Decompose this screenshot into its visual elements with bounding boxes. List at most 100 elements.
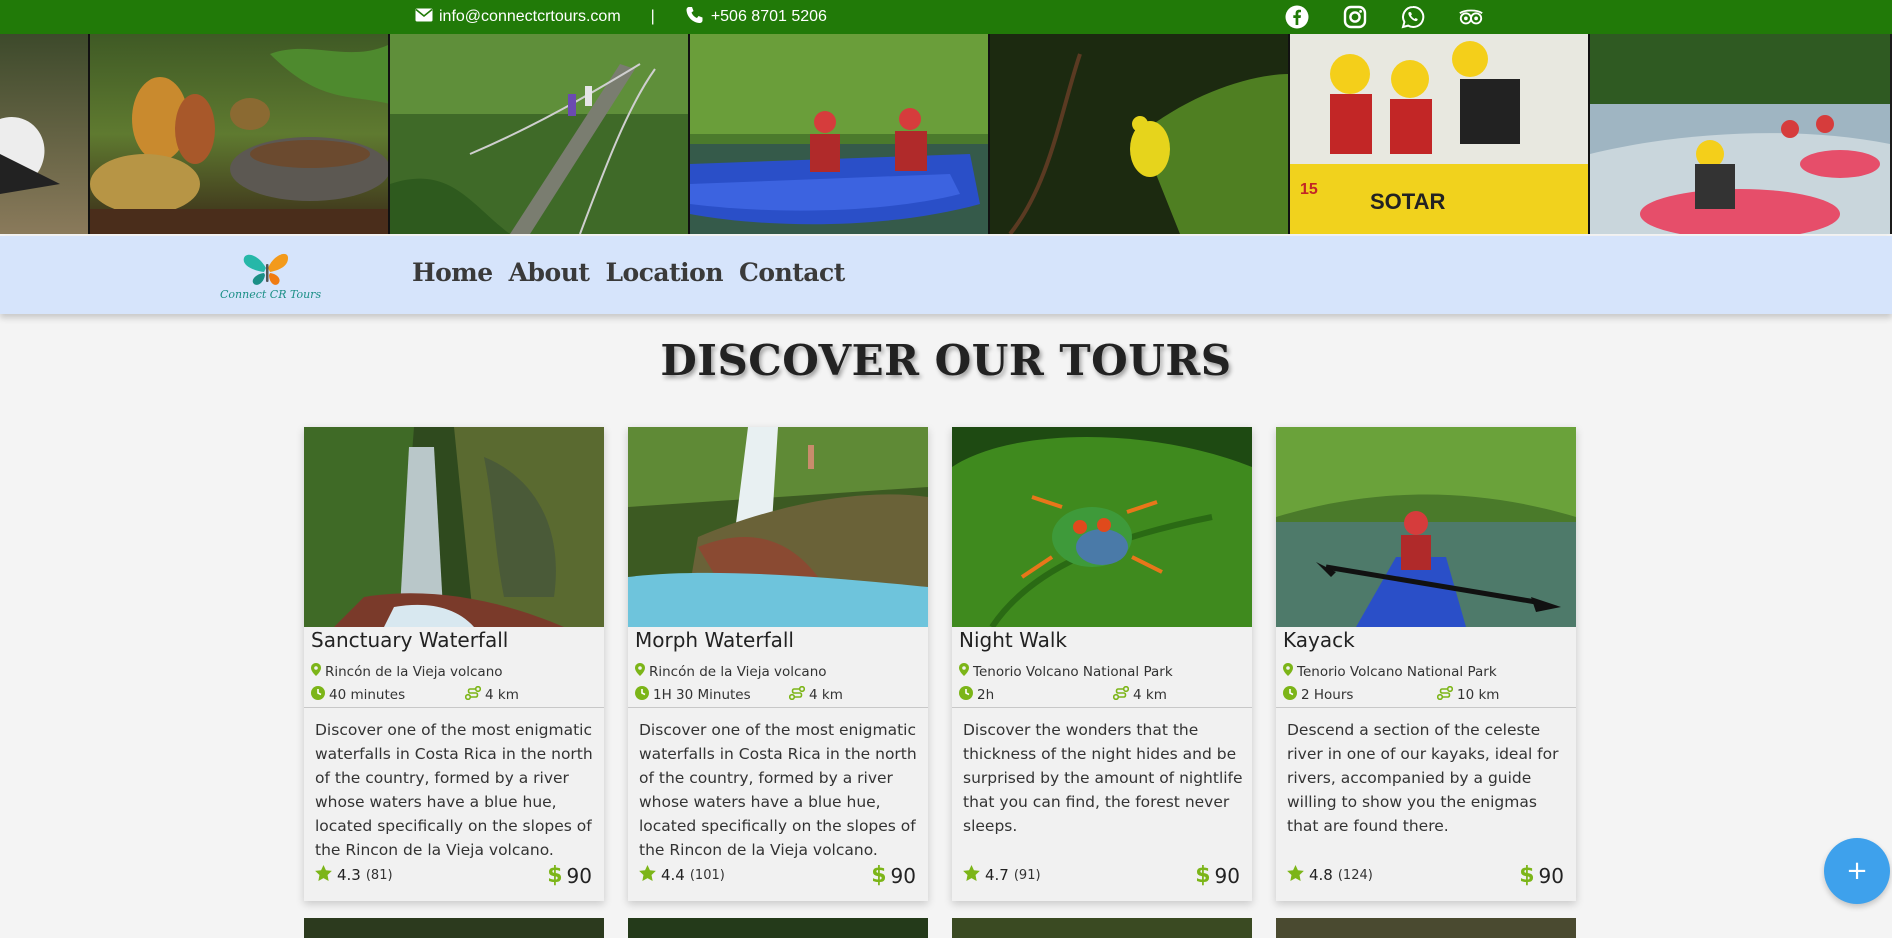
tour-description: Discover one of the most enigmatic water… [315,721,593,859]
nav-location[interactable]: Location [605,258,723,287]
gallery-photo-tubing [1590,34,1890,234]
gallery-photo-cacao [90,34,390,234]
nav-home[interactable]: Home [412,258,493,287]
tour-distance-text: 4 km [809,687,843,703]
tour-cards-next-row [304,918,1576,938]
nav-about[interactable]: About [509,258,590,287]
tour-price: $ 90 [547,863,592,888]
rating-value: 4.4 [661,866,685,884]
instagram-icon[interactable] [1342,4,1368,30]
dollar-icon: $ [1195,863,1211,888]
star-icon [963,865,980,885]
gallery-photo-rafting: SOTAR 15 [1290,34,1590,234]
tour-location-text: Tenorio Volcano National Park [1297,663,1497,680]
contact-info: info@connectcrtours.com | +506 8701 5206 [415,0,827,34]
tour-distance: 4 km [464,685,519,704]
tour-distance-text: 10 km [1457,687,1500,703]
card-divider [952,707,1252,708]
map-pin-icon [1283,663,1293,680]
clock-icon [635,686,649,704]
dollar-icon: $ [1519,863,1535,888]
tour-card[interactable]: Night Walk Tenorio Volcano National Park… [952,427,1252,901]
price-value: 90 [566,863,592,888]
rating-value: 4.3 [337,866,361,884]
tour-title: Morph Waterfall [635,628,794,652]
review-count: (124) [1337,867,1373,883]
tour-location: Tenorio Volcano National Park [959,663,1173,680]
site-logo[interactable]: Connect CR Tours [218,248,322,304]
top-contact-bar: info@connectcrtours.com | +506 8701 5206 [0,0,1892,34]
photo-gallery-strip: SOTAR 15 [0,34,1892,234]
route-icon [788,685,806,704]
rating-value: 4.8 [1309,866,1333,884]
tour-distance: 4 km [1112,685,1167,704]
star-icon [315,865,332,885]
tour-card-partial[interactable] [304,918,604,938]
tour-photo [304,427,604,627]
tour-duration: 1H 30 Minutes [635,686,751,704]
tour-title: Kayack [1283,628,1355,652]
route-icon [1112,685,1130,704]
price-value: 90 [1538,863,1564,888]
card-divider [1276,707,1576,708]
clock-icon [1283,686,1297,704]
tour-duration: 2h [959,686,994,704]
rating-value: 4.7 [985,866,1009,884]
tour-duration-text: 2h [977,687,995,703]
tour-duration: 40 minutes [311,686,405,704]
tour-distance-text: 4 km [1133,687,1167,703]
route-icon [1436,685,1454,704]
tour-location: Rincón de la Vieja volcano [635,663,827,680]
tour-card-partial[interactable] [952,918,1252,938]
review-count: (91) [1013,867,1041,883]
tour-price: $ 90 [1519,863,1564,888]
svg-text:15: 15 [1300,181,1318,198]
tour-photo [1276,427,1576,627]
facebook-icon[interactable] [1284,4,1310,30]
tour-location: Rincón de la Vieja volcano [311,663,503,680]
tour-rating: 4.3 (81) [315,865,393,885]
map-pin-icon [959,663,969,680]
tour-title: Night Walk [959,628,1067,652]
tour-card[interactable]: Morph Waterfall Rincón de la Vieja volca… [628,427,928,901]
tour-cards: Sanctuary Waterfall Rincón de la Vieja v… [304,427,1576,901]
tour-distance-text: 4 km [485,687,519,703]
butterfly-logo-icon [243,253,288,285]
main-navbar: Connect CR Tours Home About Location Con… [0,236,1892,314]
route-icon [464,685,482,704]
map-pin-icon [635,663,645,680]
phone-link[interactable]: +506 8701 5206 [711,8,827,26]
dollar-icon: $ [547,863,563,888]
tour-distance: 10 km [1436,685,1500,704]
nav-contact[interactable]: Contact [739,258,845,287]
tour-duration: 2 Hours [1283,686,1353,704]
tour-location-text: Rincón de la Vieja volcano [325,663,503,680]
review-count: (101) [689,867,725,883]
tour-location-text: Tenorio Volcano National Park [973,663,1173,680]
star-icon [1287,865,1304,885]
tour-card[interactable]: Kayack Tenorio Volcano National Park 2 H… [1276,427,1576,901]
tour-price: $ 90 [871,863,916,888]
email-link[interactable]: info@connectcrtours.com [439,8,621,26]
tour-card-partial[interactable] [1276,918,1576,938]
svg-text:SOTAR: SOTAR [1370,189,1445,214]
gallery-photo-bird [0,34,90,234]
tour-card[interactable]: Sanctuary Waterfall Rincón de la Vieja v… [304,427,604,901]
review-count: (81) [365,867,393,883]
tour-card-partial[interactable] [628,918,928,938]
clock-icon [311,686,325,704]
tour-duration-text: 1H 30 Minutes [653,687,751,703]
dollar-icon: $ [871,863,887,888]
brand-name: Connect CR Tours [220,288,322,301]
tour-rating: 4.8 (124) [1287,865,1373,885]
star-icon [639,865,656,885]
map-pin-icon [311,663,321,680]
tour-rating: 4.4 (101) [639,865,725,885]
tour-location-text: Rincón de la Vieja volcano [649,663,827,680]
price-value: 90 [890,863,916,888]
floating-plus-button[interactable]: + [1824,838,1890,904]
whatsapp-icon[interactable] [1400,4,1426,30]
card-divider [628,707,928,708]
tour-duration-text: 40 minutes [329,687,406,703]
tripadvisor-icon[interactable] [1458,4,1484,30]
